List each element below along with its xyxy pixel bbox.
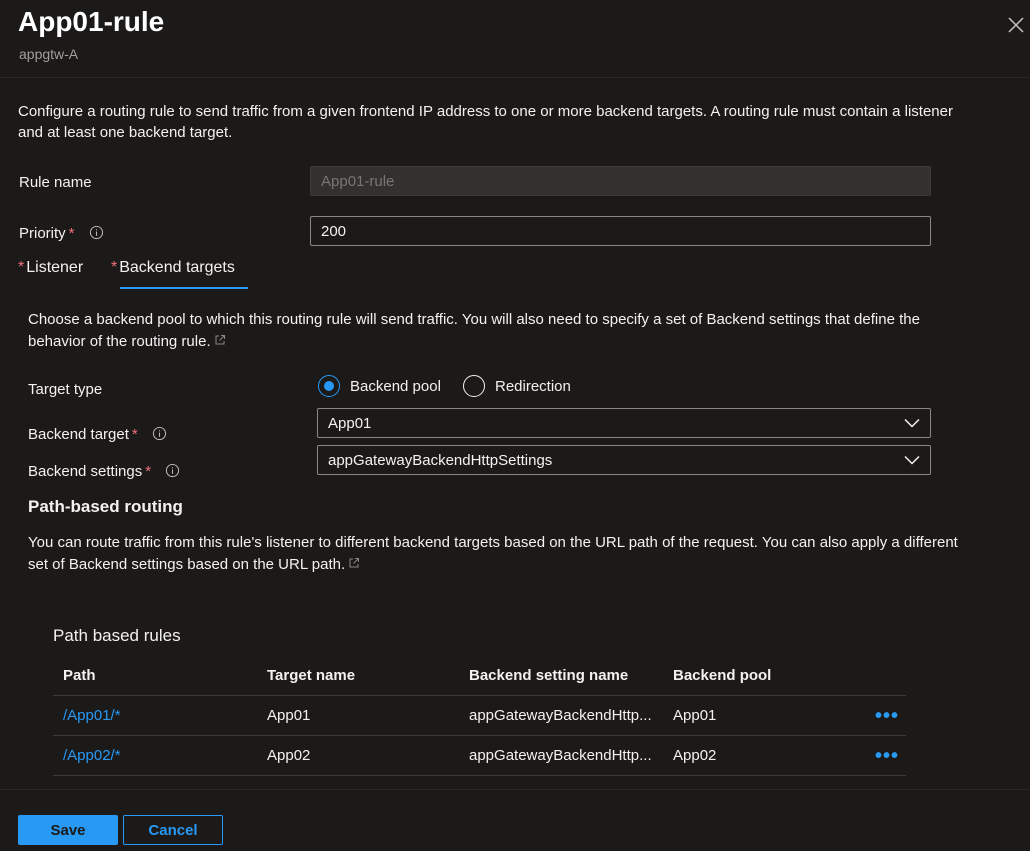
backend-settings-value: appGatewayBackendHttpSettings	[328, 451, 553, 469]
info-icon[interactable]	[152, 426, 167, 441]
path-rules-table: Path Target name Backend setting name Ba…	[53, 655, 906, 776]
more-actions-button[interactable]: •••	[875, 696, 899, 735]
path-routing-description: You can route traffic from this rule's l…	[28, 532, 958, 576]
column-header-backend-setting-name: Backend setting name	[469, 666, 629, 684]
radio-circle	[318, 375, 340, 397]
tab-backend-targets-label: Backend targets	[119, 259, 235, 276]
radio-selected-dot	[324, 381, 334, 391]
table-row: /App01/* App01 appGatewayBackendHttp... …	[53, 696, 906, 736]
column-header-path: Path	[63, 666, 96, 684]
page-title: App01-rule	[18, 6, 165, 37]
backend-target-label: Backend target *	[28, 426, 167, 443]
radio-backend-pool[interactable]: Backend pool	[318, 375, 441, 397]
path-routing-heading: Path-based routing	[28, 497, 183, 516]
more-icon: •••	[875, 704, 900, 727]
path-link[interactable]: /App01/*	[63, 696, 121, 735]
backend-pool-cell: App01	[673, 707, 717, 724]
rule-name-input[interactable]: App01-rule	[310, 166, 931, 196]
more-icon: •••	[875, 744, 900, 767]
priority-label: Priority *	[19, 225, 104, 242]
selected-tab-indicator	[120, 287, 248, 289]
priority-label-text: Priority	[19, 225, 66, 242]
radio-backend-pool-label: Backend pool	[350, 377, 441, 395]
table-row: /App02/* App02 appGatewayBackendHttp... …	[53, 736, 906, 776]
path-rules-title: Path based rules	[53, 626, 181, 645]
required-mark: *	[145, 463, 152, 480]
priority-input[interactable]: 200	[310, 216, 931, 246]
priority-value: 200	[321, 222, 347, 240]
page-subtitle: appgtw-A	[19, 46, 79, 62]
radio-redirection-label: Redirection	[495, 377, 571, 395]
backend-settings-label: Backend settings *	[28, 463, 180, 480]
backend-target-label-text: Backend target	[28, 426, 129, 443]
target-name-cell: App01	[267, 707, 311, 724]
radio-redirection[interactable]: Redirection	[463, 375, 571, 397]
rule-name-value: App01-rule	[321, 172, 395, 190]
required-mark: *	[18, 259, 25, 276]
info-icon[interactable]	[165, 463, 180, 478]
required-mark: *	[68, 225, 75, 242]
rule-description: Configure a routing rule to send traffic…	[18, 103, 953, 141]
cancel-button[interactable]: Cancel	[123, 815, 223, 845]
backend-target-value: App01	[328, 414, 372, 432]
target-type-label: Target type	[28, 381, 103, 398]
chevron-down-icon	[904, 455, 920, 465]
backend-description-text: Choose a backend pool to which this rout…	[28, 311, 920, 350]
external-link-icon[interactable]	[348, 557, 360, 569]
path-routing-description-text: You can route traffic from this rule's l…	[28, 534, 958, 573]
info-icon[interactable]	[89, 225, 104, 240]
column-header-target-name: Target name	[267, 666, 356, 684]
more-actions-button[interactable]: •••	[875, 736, 899, 775]
backend-settings-label-text: Backend settings	[28, 463, 143, 480]
column-header-backend-pool: Backend pool	[673, 666, 772, 684]
backend-pool-cell: App02	[673, 747, 717, 764]
close-icon	[1008, 17, 1024, 33]
rule-name-label: Rule name	[19, 174, 92, 191]
backend-setting-cell: appGatewayBackendHttp...	[469, 707, 652, 724]
path-link[interactable]: /App02/*	[63, 736, 121, 775]
header-divider	[0, 77, 1030, 78]
backend-setting-cell: appGatewayBackendHttp...	[469, 747, 652, 764]
required-mark: *	[131, 426, 138, 443]
backend-target-dropdown[interactable]: App01	[317, 408, 931, 438]
required-mark: *	[111, 259, 118, 276]
target-name-cell: App02	[267, 747, 311, 764]
tab-listener-label: Listener	[26, 259, 84, 276]
backend-settings-dropdown[interactable]: appGatewayBackendHttpSettings	[317, 445, 931, 475]
chevron-down-icon	[904, 418, 920, 428]
radio-circle	[463, 375, 485, 397]
close-button[interactable]	[1003, 12, 1029, 38]
tab-backend-targets[interactable]: * Backend targets	[111, 259, 235, 277]
footer-divider	[0, 789, 1030, 790]
external-link-icon[interactable]	[214, 334, 226, 346]
table-header-row: Path Target name Backend setting name Ba…	[53, 655, 906, 696]
backend-description: Choose a backend pool to which this rout…	[28, 309, 958, 353]
rule-name-label-text: Rule name	[19, 174, 92, 191]
tab-listener[interactable]: * Listener	[18, 259, 83, 277]
save-button[interactable]: Save	[18, 815, 118, 845]
